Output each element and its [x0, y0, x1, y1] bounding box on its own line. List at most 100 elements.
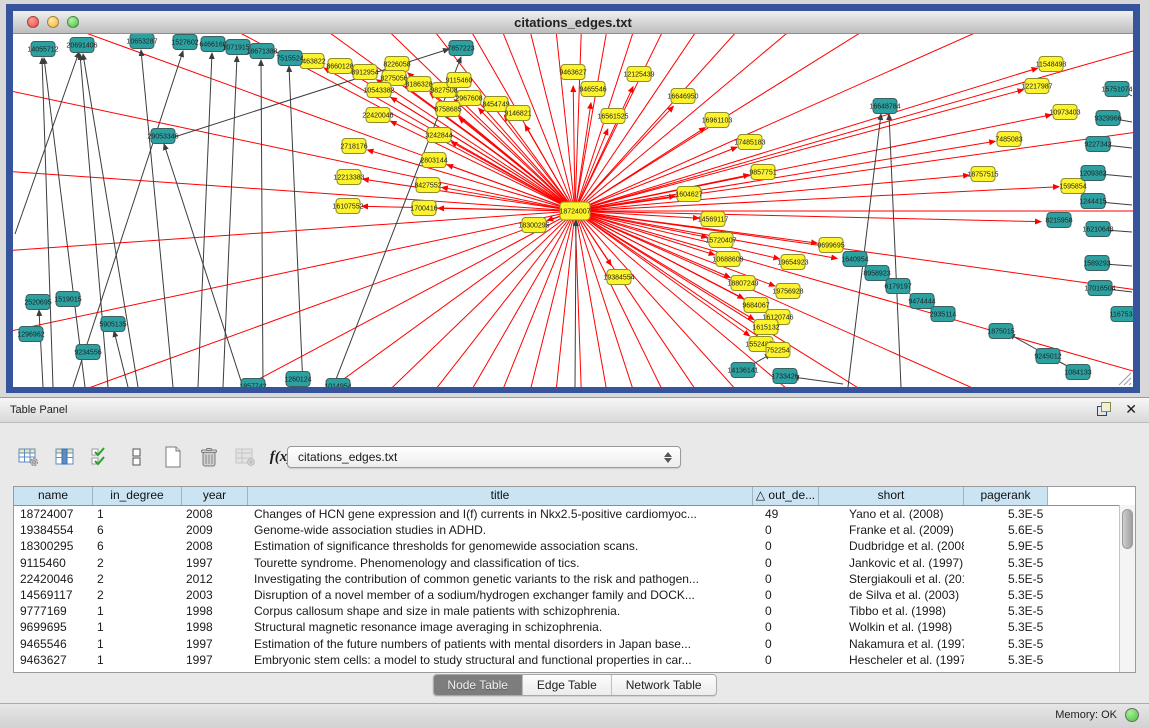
graph-node[interactable]: 1604627	[675, 187, 702, 202]
table-cell[interactable]: 1	[93, 506, 182, 522]
graph-node[interactable]: 12125439	[623, 67, 654, 82]
graph-node[interactable]: 8958923	[863, 266, 890, 281]
graph-node[interactable]: 8660128	[326, 59, 353, 74]
table-row[interactable]: 969969511998Structural magnetic resonanc…	[14, 619, 1135, 635]
graph-node[interactable]: 1640954	[841, 252, 868, 267]
table-cell[interactable]: Yano et al. (2008)	[819, 506, 964, 522]
table-cell[interactable]: 2009	[182, 522, 248, 538]
table-cell[interactable]: 5.5E-5	[964, 571, 1048, 587]
tab-network-table[interactable]: Network Table	[612, 675, 716, 695]
graph-node[interactable]: 16961103	[702, 113, 733, 128]
table-cell[interactable]: 0	[753, 538, 819, 554]
table-cell[interactable]: Stergiakouli et al. (2012)	[819, 571, 964, 587]
table-cell[interactable]: 1997	[182, 652, 248, 668]
graph-node[interactable]: 14136141	[727, 363, 758, 378]
table-cell[interactable]: 2	[93, 587, 182, 603]
graph-node[interactable]: 9329966	[1094, 111, 1121, 126]
graph-node[interactable]: 8215958	[1045, 213, 1072, 228]
select-rows-button[interactable]	[86, 443, 116, 471]
table-cell[interactable]: 49	[753, 506, 819, 522]
table-cell[interactable]: Tibbo et al. (1998)	[819, 603, 964, 619]
graph-node[interactable]: 17016504	[1084, 281, 1115, 296]
graph-node[interactable]: 19384554	[603, 270, 634, 285]
table-cell[interactable]: 0	[753, 619, 819, 635]
graph-node[interactable]: 22420046	[362, 108, 393, 123]
table-cell[interactable]: 2008	[182, 506, 248, 522]
graph-node[interactable]: 1589293	[1083, 256, 1110, 271]
graph-node[interactable]: 2935114	[930, 307, 957, 322]
graph-node[interactable]: 1857742	[239, 379, 266, 388]
graph-node[interactable]: 7485083	[995, 132, 1022, 147]
graph-node[interactable]: 19756928	[772, 284, 803, 299]
table-row[interactable]: 911546021997Tourette syndrome. Phenomeno…	[14, 555, 1135, 571]
table-cell[interactable]: 1	[93, 603, 182, 619]
graph-node[interactable]: 15720407	[705, 233, 736, 248]
graph-node[interactable]: 16646950	[667, 89, 698, 104]
table-row[interactable]: 1938455462009Genome-wide association stu…	[14, 522, 1135, 538]
table-cell[interactable]: 5.6E-5	[964, 522, 1048, 538]
column-header-6[interactable]: pagerank	[964, 487, 1048, 505]
table-cell[interactable]: Franke et al. (2009)	[819, 522, 964, 538]
graph-node[interactable]: 9684067	[742, 298, 769, 313]
table-cell[interactable]: de Silva et al. (2003)	[819, 587, 964, 603]
table-cell[interactable]: Estimation of significance thresholds fo…	[248, 538, 753, 554]
table-cell[interactable]: 1	[93, 636, 182, 652]
table-cell[interactable]: 1998	[182, 619, 248, 635]
row-height-button[interactable]	[122, 443, 152, 471]
tab-node-table[interactable]: Node Table	[433, 675, 523, 695]
graph-node[interactable]: 29053346	[147, 129, 178, 144]
graph-node[interactable]: 15751074	[1101, 82, 1132, 97]
show-columns-button[interactable]	[50, 443, 80, 471]
graph-node[interactable]: 1209382	[1079, 166, 1106, 181]
table-cell[interactable]: 18724007	[14, 506, 93, 522]
graph-node[interactable]: 10973403	[1049, 105, 1080, 120]
table-cell[interactable]: 18300295	[14, 538, 93, 554]
graph-node[interactable]: 6179197	[884, 279, 911, 294]
column-header-1[interactable]: in_degree	[93, 487, 182, 505]
graph-node[interactable]: 5905135	[99, 317, 126, 332]
table-row[interactable]: 1456911722003Disruption of a novel membe…	[14, 587, 1135, 603]
table-cell[interactable]: Tourette syndrome. Phenomenology and cla…	[248, 555, 753, 571]
table-cell[interactable]: Changes of HCN gene expression and I(f) …	[248, 506, 753, 522]
table-row[interactable]: 946362711997Embryonic stem cells: a mode…	[14, 652, 1135, 668]
table-cell[interactable]: Corpus callosum shape and size in male p…	[248, 603, 753, 619]
graph-node[interactable]: 10543382	[363, 83, 394, 98]
graph-node[interactable]: 20691406	[66, 38, 97, 53]
graph-node[interactable]: 8758685	[434, 102, 461, 117]
table-cell[interactable]: 9115460	[14, 555, 93, 571]
graph-node[interactable]: 12213383	[333, 170, 364, 185]
table-cell[interactable]: 1	[93, 619, 182, 635]
graph-node[interactable]: 9857751	[749, 165, 776, 180]
table-selector-dropdown[interactable]: citations_edges.txt	[287, 446, 681, 468]
table-cell[interactable]: Structural magnetic resonance image aver…	[248, 619, 753, 635]
table-cell[interactable]: 5.3E-5	[964, 636, 1048, 652]
minimize-window-button[interactable]	[47, 16, 59, 28]
graph-node[interactable]: 9115460	[446, 73, 473, 88]
column-header-4[interactable]: △ out_de...	[753, 487, 819, 505]
graph-node[interactable]: 9234556	[74, 345, 101, 360]
network-graph[interactable]: 7463822866012889129548226058827505610543…	[13, 34, 1133, 387]
table-cell[interactable]: Jankovic et al. (1997)	[819, 555, 964, 571]
graph-node[interactable]: 1519015	[54, 292, 81, 307]
graph-node[interactable]: 9463627	[559, 65, 586, 80]
graph-node[interactable]: 1260124	[284, 372, 311, 387]
table-cell[interactable]: 5.3E-5	[964, 555, 1048, 571]
graph-node[interactable]: 752254	[766, 343, 790, 358]
network-canvas[interactable]: 7463822866012889129548226058827505610543…	[13, 34, 1133, 387]
graph-node[interactable]: 1733426	[771, 369, 798, 384]
graph-node[interactable]: 10653287	[126, 34, 157, 49]
graph-node[interactable]: 9146821	[504, 106, 531, 121]
table-cell[interactable]: 0	[753, 603, 819, 619]
graph-node[interactable]: 1595854	[1059, 179, 1086, 194]
delete-table-button[interactable]	[230, 443, 260, 471]
graph-node[interactable]: 16648784	[869, 99, 900, 114]
table-cell[interactable]: Disruption of a novel member of a sodium…	[248, 587, 753, 603]
table-cell[interactable]: 6	[93, 522, 182, 538]
tab-edge-table[interactable]: Edge Table	[523, 675, 612, 695]
graph-node[interactable]: 8226058	[383, 57, 410, 72]
graph-node[interactable]: 16210643	[1082, 222, 1113, 237]
graph-node[interactable]: 18300295	[518, 218, 549, 233]
column-header-3[interactable]: title	[248, 487, 753, 505]
table-cell[interactable]: Hescheler et al. (1997)	[819, 652, 964, 668]
table-cell[interactable]: 0	[753, 587, 819, 603]
